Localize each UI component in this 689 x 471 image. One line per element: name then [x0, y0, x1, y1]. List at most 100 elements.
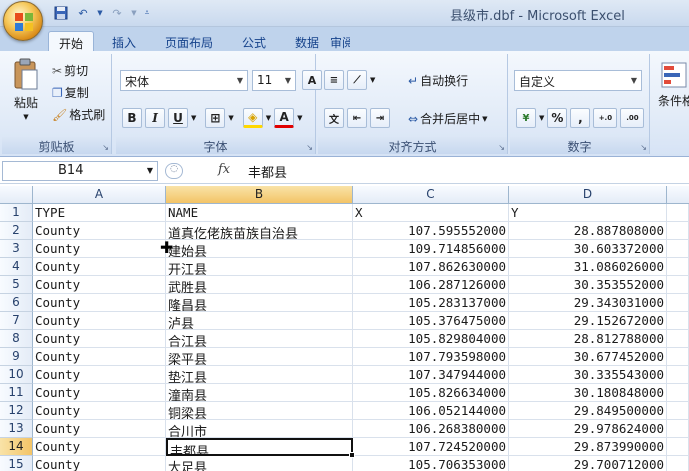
font-name-dropdown[interactable]: 宋体 ▼	[120, 70, 248, 91]
tab-formulas[interactable]: 公式	[232, 31, 276, 52]
cell-e[interactable]	[667, 312, 689, 330]
orientation-dropdown-icon[interactable]: ▼	[370, 76, 375, 84]
cell-e[interactable]	[667, 402, 689, 420]
cell-d[interactable]: 29.700712000	[509, 456, 667, 471]
column-header-d[interactable]: D	[509, 186, 667, 204]
row-header[interactable]: 12	[0, 402, 33, 420]
cell-e[interactable]	[667, 438, 689, 456]
formula-input[interactable]: 丰都县	[248, 162, 287, 181]
cell-c[interactable]: 106.268380000	[353, 420, 509, 438]
cell-b[interactable]: NAME	[166, 204, 353, 222]
cell-e[interactable]	[667, 222, 689, 240]
cell-a[interactable]: County	[33, 384, 166, 402]
format-painter-button[interactable]: 🖌 格式刷	[52, 106, 105, 123]
underline-button[interactable]: U	[168, 108, 188, 128]
row-header[interactable]: 6	[0, 294, 33, 312]
cell-b[interactable]: 铜梁县	[166, 402, 353, 420]
row-header[interactable]: 8	[0, 330, 33, 348]
cell-e[interactable]	[667, 456, 689, 471]
merge-dropdown-icon[interactable]: ▼	[482, 115, 487, 123]
row-header[interactable]: 11	[0, 384, 33, 402]
tab-review[interactable]: 审阅	[326, 31, 350, 52]
cell-d[interactable]: Y	[509, 204, 667, 222]
copy-button[interactable]: ❐ 复制	[52, 84, 89, 101]
select-all-corner[interactable]	[0, 186, 33, 204]
cell-c[interactable]: X	[353, 204, 509, 222]
cell-e[interactable]	[667, 276, 689, 294]
formula-bar-collapse-icon[interactable]: ◌	[165, 163, 183, 179]
italic-button[interactable]: I	[145, 108, 165, 128]
name-box-dropdown-icon[interactable]: ▼	[147, 166, 153, 175]
currency-dropdown-icon[interactable]: ▼	[539, 114, 544, 122]
currency-icon[interactable]: ¥	[516, 108, 536, 128]
undo-dropdown-icon[interactable]: ▼	[96, 4, 104, 22]
cell-c[interactable]: 107.595552000	[353, 222, 509, 240]
cut-button[interactable]: ✂ 剪切	[52, 62, 88, 79]
cell-b[interactable]: 潼南县	[166, 384, 353, 402]
cell-c[interactable]: 107.793598000	[353, 348, 509, 366]
row-header[interactable]: 2	[0, 222, 33, 240]
cell-a[interactable]: County	[33, 330, 166, 348]
cell-b[interactable]: 垫江县	[166, 366, 353, 384]
cell-e[interactable]	[667, 384, 689, 402]
cell-c[interactable]: 105.283137000	[353, 294, 509, 312]
cell-b[interactable]: 武胜县	[166, 276, 353, 294]
undo-icon[interactable]: ↶	[74, 4, 92, 22]
cell-b[interactable]: 隆昌县	[166, 294, 353, 312]
cell-d[interactable]: 29.978624000	[509, 420, 667, 438]
cell-a[interactable]: County	[33, 258, 166, 276]
cell-b[interactable]: 道真仡佬族苗族自治县	[166, 222, 353, 240]
wen-icon[interactable]: 文	[324, 108, 344, 128]
wrap-text-button[interactable]: ↵ 自动换行	[408, 72, 468, 89]
cell-c[interactable]: 105.376475000	[353, 312, 509, 330]
cell-e[interactable]	[667, 258, 689, 276]
cell-d[interactable]: 31.086026000	[509, 258, 667, 276]
cell-c[interactable]: 106.287126000	[353, 276, 509, 294]
cell-b[interactable]: 建始县	[166, 240, 353, 258]
cell-e[interactable]	[667, 420, 689, 438]
percent-button[interactable]: %	[547, 108, 568, 128]
tab-data[interactable]: 数据	[285, 31, 329, 52]
cell-d[interactable]: 29.152672000	[509, 312, 667, 330]
name-box[interactable]: B14 ▼	[2, 161, 158, 181]
cell-c[interactable]: 105.706353000	[353, 456, 509, 471]
cell-d[interactable]: 28.887808000	[509, 222, 667, 240]
cell-d[interactable]: 29.343031000	[509, 294, 667, 312]
cell-a[interactable]: County	[33, 222, 166, 240]
cell-e[interactable]	[667, 294, 689, 312]
cell-b[interactable]: 梁平县	[166, 348, 353, 366]
decrease-decimal-icon[interactable]: .00	[620, 108, 645, 128]
fill-color-icon[interactable]: ◈	[242, 108, 263, 128]
cell-a[interactable]: County	[33, 402, 166, 420]
borders-dropdown-icon[interactable]: ▼	[228, 114, 233, 122]
tab-home[interactable]: 开始	[48, 31, 95, 52]
row-header[interactable]: 9	[0, 348, 33, 366]
column-header-b[interactable]: B	[166, 186, 353, 204]
cell-d[interactable]: 29.873990000	[509, 438, 667, 456]
cell-d[interactable]: 29.849500000	[509, 402, 667, 420]
cell-c[interactable]: 107.862630000	[353, 258, 509, 276]
row-header[interactable]: 3	[0, 240, 33, 258]
cell-e[interactable]	[667, 366, 689, 384]
row-header[interactable]: 5	[0, 276, 33, 294]
cell-a[interactable]: County	[33, 294, 166, 312]
cell-e[interactable]	[667, 240, 689, 258]
office-button[interactable]	[3, 1, 43, 41]
cell-d[interactable]: 28.812788000	[509, 330, 667, 348]
cell-b[interactable]: 合川市	[166, 420, 353, 438]
align-lines-icon[interactable]: ≡	[324, 70, 344, 90]
row-header[interactable]: 4	[0, 258, 33, 276]
font-size-dropdown[interactable]: 11 ▼	[252, 70, 296, 91]
cell-a[interactable]: County	[33, 420, 166, 438]
tab-insert[interactable]: 插入	[102, 31, 146, 52]
cell-d[interactable]: 30.353552000	[509, 276, 667, 294]
column-header-a[interactable]: A	[33, 186, 166, 204]
cell-c[interactable]: 109.714856000	[353, 240, 509, 258]
active-cell[interactable]: 丰都县	[166, 438, 353, 456]
borders-icon[interactable]: ⊞	[205, 108, 226, 128]
cell-d[interactable]: 30.180848000	[509, 384, 667, 402]
decrease-indent-icon[interactable]: ⇤	[347, 108, 367, 128]
row-header[interactable]: 15	[0, 456, 33, 471]
cell-a[interactable]: County	[33, 348, 166, 366]
row-header[interactable]: 1	[0, 204, 33, 222]
